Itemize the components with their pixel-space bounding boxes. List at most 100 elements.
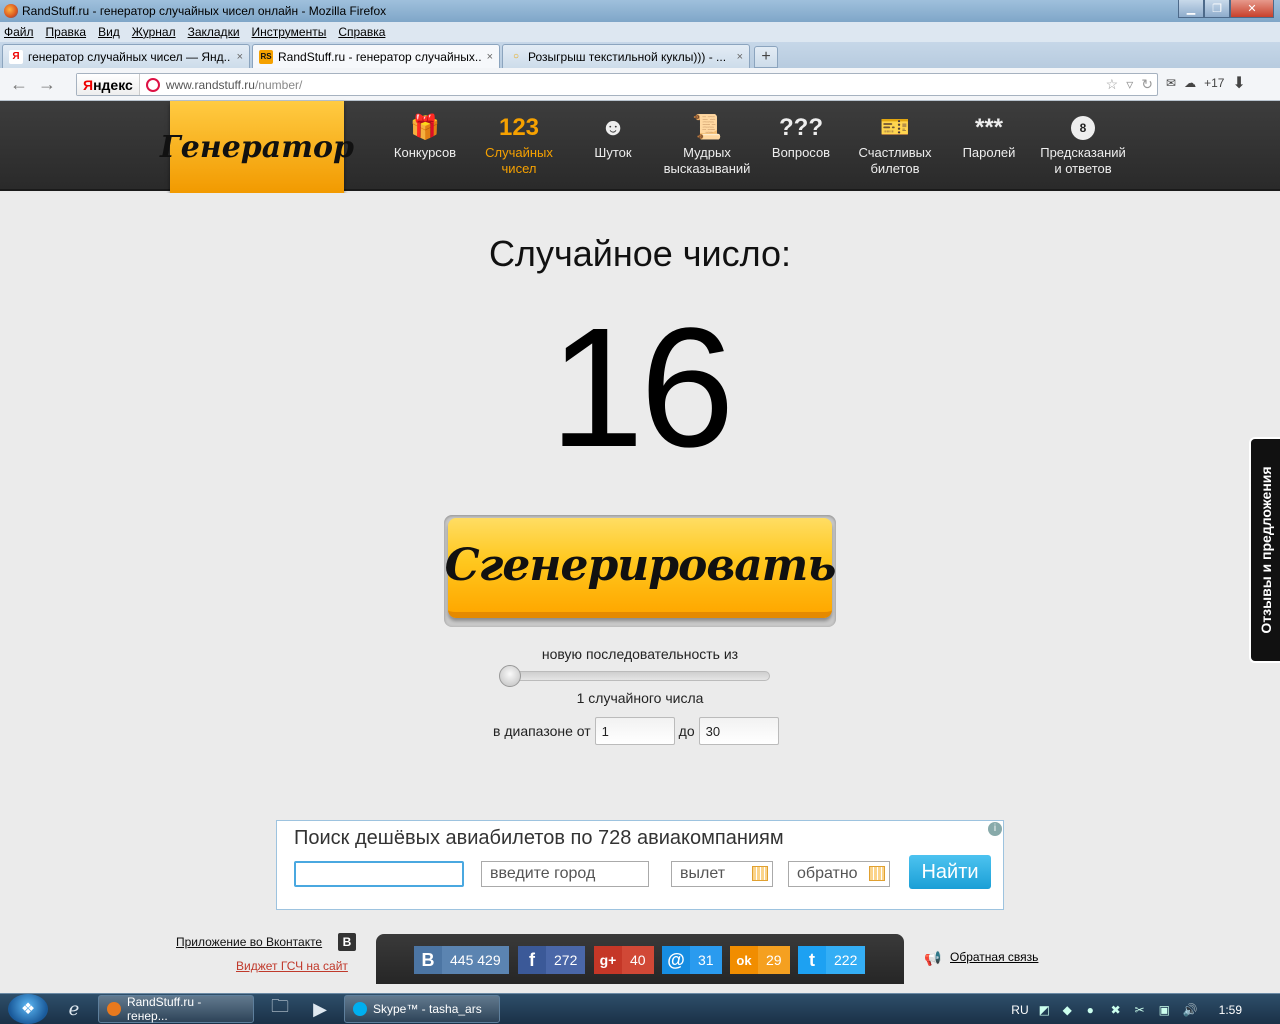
language-indicator[interactable]: RU (1011, 1003, 1028, 1017)
media-player-icon[interactable]: ▶ (300, 995, 340, 1023)
start-button[interactable]: ❖ (8, 994, 48, 1024)
site-header: Генератор 🎁 Конкурсов 123 Случайных чисе… (0, 101, 1280, 193)
mail-icon[interactable]: ✉ (1166, 76, 1176, 90)
menu-edit[interactable]: Правка (46, 25, 87, 39)
social-mailru[interactable]: @ 31 (662, 946, 722, 974)
menu-history[interactable]: Журнал (132, 25, 176, 39)
taskbar-skype[interactable]: Skype™ - tasha_ars (344, 995, 500, 1023)
calendar-icon[interactable] (752, 866, 768, 881)
back-arrow-icon[interactable]: ← (6, 73, 32, 95)
reload-icon[interactable]: ↻ (1141, 76, 1153, 93)
volume-icon[interactable]: 🔊 (1183, 1003, 1199, 1017)
yandex-logo[interactable]: Яндекс (77, 74, 140, 95)
nav-questions[interactable]: ??? Вопросов (754, 101, 848, 191)
taskbar-firefox[interactable]: RandStuff.ru - генер... (98, 995, 254, 1023)
flight-search-ad: Поиск дешёвых авиабилетов по 728 авиаком… (276, 820, 1004, 910)
nav-jokes[interactable]: ☻ Шуток (566, 101, 660, 191)
download-arrow-icon[interactable]: ⬇ (1232, 73, 1245, 93)
feedback-link[interactable]: 📢 Обратная связь (924, 950, 1038, 966)
nav-passwords[interactable]: *** Паролей (942, 101, 1036, 191)
vk-icon: В (414, 946, 442, 974)
tab-close-icon[interactable]: × (737, 51, 743, 63)
ad-depart-date-input[interactable]: вылет (671, 861, 773, 887)
social-odnoklassniki[interactable]: ok 29 (730, 946, 790, 974)
window-titlebar: RandStuff.ru - генератор случайных чисел… (0, 0, 1280, 22)
social-facebook[interactable]: f 272 (518, 946, 586, 974)
site-logo[interactable]: Генератор (160, 101, 354, 193)
tray-app-icon[interactable]: ● (1087, 1003, 1103, 1017)
social-google-plus[interactable]: g+ 40 (594, 946, 654, 974)
ad-info-icon[interactable]: i (988, 822, 1002, 836)
ad-search-button[interactable]: Найти (909, 855, 991, 889)
nav-random-numbers[interactable]: 123 Случайных чисел (472, 101, 566, 191)
dropdown-arrow-icon[interactable]: ▿ (1126, 76, 1133, 93)
minimize-button[interactable]: ▁ (1178, 0, 1204, 18)
url-bar[interactable]: Яндекс www.randstuff.ru/number/ ☆ ▿ ↻ (76, 73, 1158, 96)
close-window-button[interactable]: ✕ (1230, 0, 1274, 18)
tray-app-icon[interactable]: ✖ (1111, 1003, 1127, 1017)
internet-explorer-icon[interactable]: ℯ (54, 995, 94, 1023)
tray-app-icon[interactable]: ✂ (1135, 1003, 1151, 1017)
feedback-side-tab[interactable]: Отзывы и предложения (1249, 437, 1280, 663)
menu-file[interactable]: Файл (4, 25, 34, 39)
social-twitter[interactable]: t 222 (798, 946, 866, 974)
nav-predictions[interactable]: 8 Предсказаний и ответов (1036, 101, 1130, 191)
tab-randstuff[interactable]: RS RandStuff.ru - генератор случайных...… (252, 44, 500, 68)
tab-close-icon[interactable]: × (237, 51, 243, 63)
weather-temperature[interactable]: +17 (1204, 76, 1224, 90)
randstuff-favicon-icon: RS (259, 49, 273, 64)
slider-knob[interactable] (499, 665, 521, 687)
sequence-label: новую последовательность из (541, 646, 739, 662)
range-to-input[interactable]: 30 (698, 717, 779, 745)
tray-app-icon[interactable]: ◩ (1039, 1003, 1055, 1017)
url-text[interactable]: www.randstuff.ru/number/ (166, 78, 303, 92)
menu-tools[interactable]: Инструменты (252, 25, 327, 39)
tab-label: Розыгрыш текстильной куклы))) - ... (528, 49, 727, 64)
maximize-button[interactable]: ❐ (1204, 0, 1230, 18)
window-title: RandStuff.ru - генератор случайных чисел… (22, 4, 387, 18)
menu-bookmarks[interactable]: Закладки (188, 25, 240, 39)
megaphone-icon: 📢 (924, 950, 942, 966)
windows-taskbar: ❖ ℯ RandStuff.ru - генер... 🗀 ▶ Skype™ -… (0, 993, 1280, 1024)
menu-help[interactable]: Справка (338, 25, 385, 39)
menu-view[interactable]: Вид (98, 25, 120, 39)
ad-to-city-input[interactable]: введите город (481, 861, 649, 887)
ad-from-city-input[interactable] (294, 861, 464, 887)
new-tab-button[interactable]: + (754, 46, 778, 68)
ad-return-date-input[interactable]: обратно (788, 861, 890, 887)
nav-wise-quotes[interactable]: 📜 Мудрых высказываний (660, 101, 754, 191)
widget-link[interactable]: Виджет ГСЧ на сайт (236, 959, 348, 973)
tab-yandex[interactable]: Я генератор случайных чисел — Янд... × (2, 44, 250, 68)
nav-lucky-tickets[interactable]: 🎫 Счастливых билетов (848, 101, 942, 191)
main-content: Случайное число: 16 Сгенерировать новую … (0, 193, 1280, 993)
calendar-icon[interactable] (869, 866, 885, 881)
generate-button[interactable]: Сгенерировать (445, 518, 836, 618)
explorer-folder-icon[interactable]: 🗀 (260, 995, 300, 1023)
tray-app-icon[interactable]: ◆ (1063, 1003, 1079, 1017)
clock[interactable]: 1:59 (1219, 1003, 1242, 1017)
firefox-icon (4, 4, 18, 18)
site-identity-icon[interactable] (145, 77, 160, 92)
social-count: 40 (622, 946, 654, 974)
system-tray: RU ◩ ◆ ● ✖ ✂ ▣ 🔊 1:59 (1011, 994, 1280, 1024)
tab-doll-giveaway[interactable]: ○ Розыгрыш текстильной куклы))) - ... × (502, 44, 750, 68)
vk-app-link[interactable]: Приложение во Вконтакте (176, 935, 322, 949)
page-title: Случайное число: (488, 233, 792, 274)
twitter-icon: t (798, 946, 826, 974)
bookmark-star-icon[interactable]: ☆ (1106, 76, 1119, 93)
weather-cloud-icon[interactable]: ☁ (1184, 76, 1196, 90)
count-slider[interactable] (499, 665, 770, 687)
navigation-bar: ← → Яндекс www.randstuff.ru/number/ ☆ ▿ … (0, 68, 1280, 101)
range-from-input[interactable]: 1 (594, 717, 675, 745)
mailru-at-icon: @ (662, 946, 690, 974)
forward-arrow-icon[interactable]: → (34, 73, 60, 95)
tab-label: генератор случайных чисел — Янд... (28, 49, 231, 64)
nav-contests[interactable]: 🎁 Конкурсов (378, 101, 472, 191)
social-vk[interactable]: В 445 429 (414, 946, 509, 974)
vk-icon[interactable]: В (338, 933, 356, 951)
yandex-favicon-icon: Я (9, 49, 23, 64)
network-icon[interactable]: ▣ (1159, 1003, 1175, 1017)
google-plus-icon: g+ (594, 946, 622, 974)
loading-favicon-icon: ○ (512, 51, 520, 62)
tab-close-icon[interactable]: × (487, 51, 493, 63)
